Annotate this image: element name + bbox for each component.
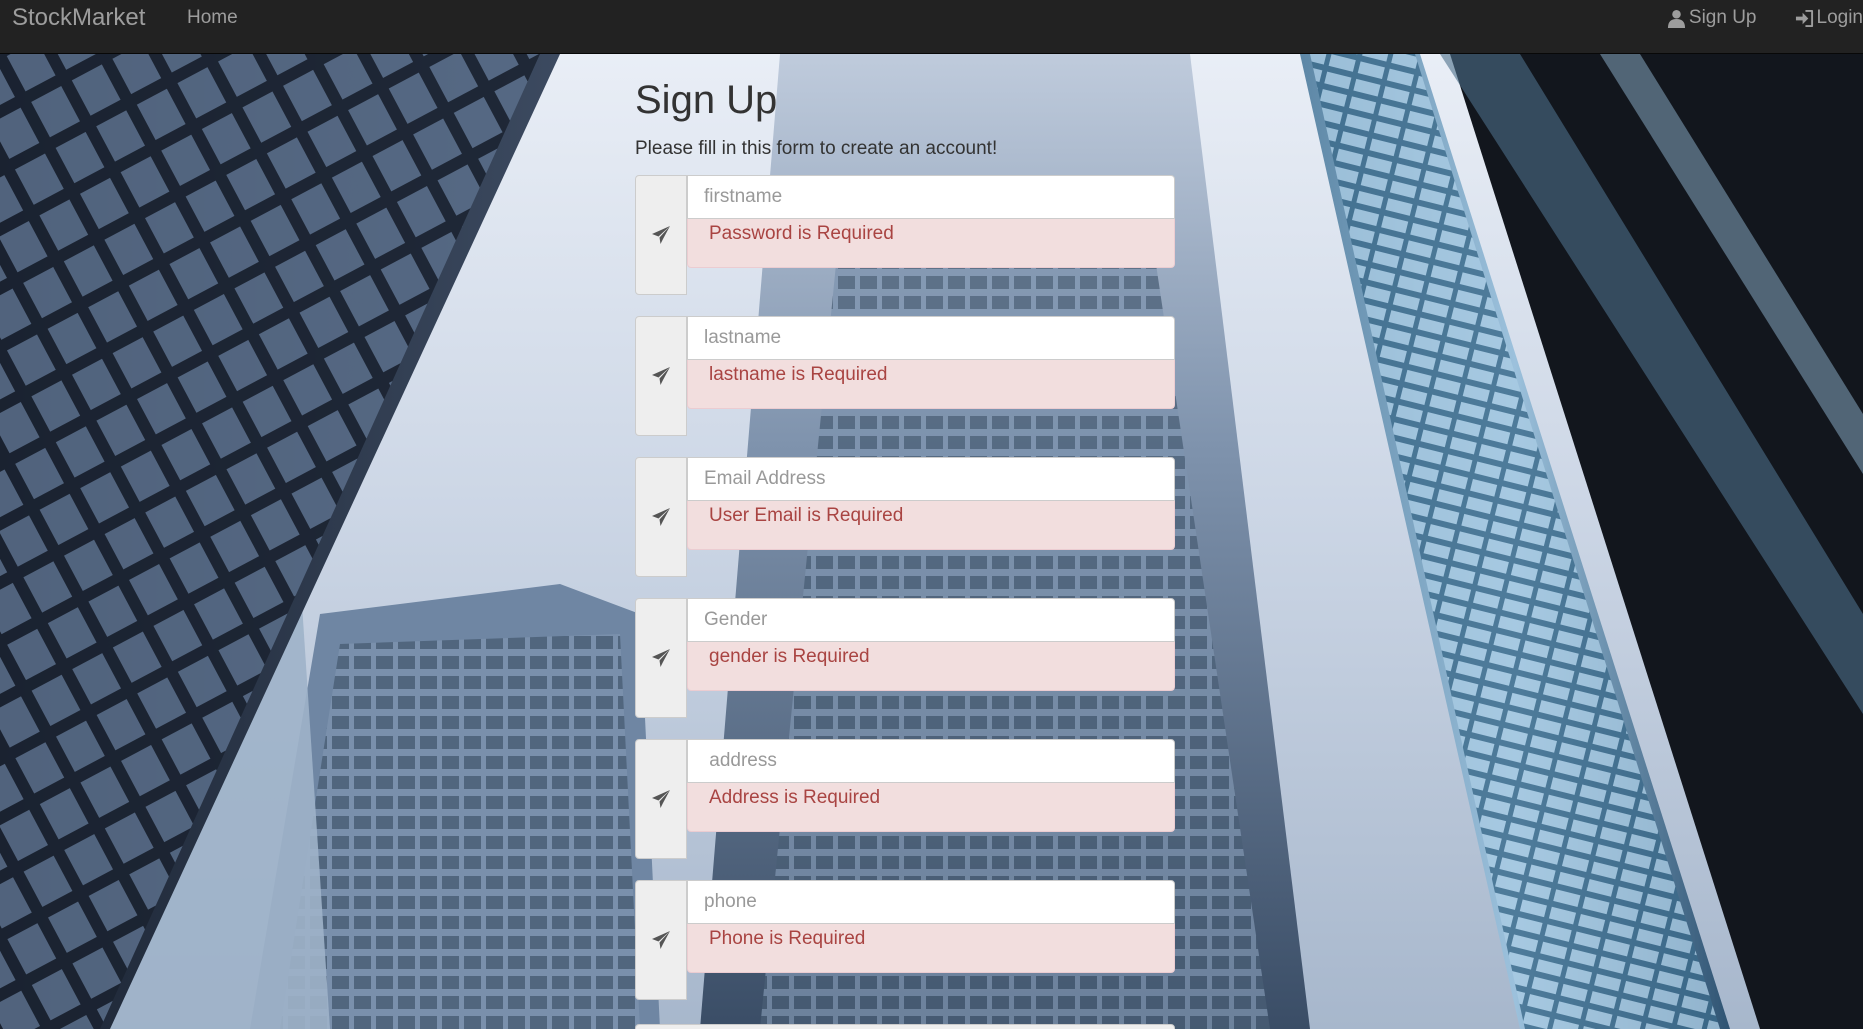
email-field-group: User Email is Required bbox=[635, 457, 1175, 578]
nav-signup-label: Sign Up bbox=[1688, 7, 1757, 28]
phone-field-group: Phone is Required bbox=[635, 880, 1175, 1001]
nav-login-label: Login bbox=[1816, 7, 1863, 28]
brand-link[interactable]: StockMarket bbox=[12, 4, 145, 32]
input-addon bbox=[635, 880, 687, 1000]
paper-plane-icon bbox=[652, 649, 670, 667]
log-in-icon bbox=[1795, 9, 1813, 27]
user-icon bbox=[1667, 9, 1685, 28]
phone-input[interactable] bbox=[687, 880, 1175, 924]
input-addon bbox=[635, 457, 687, 577]
paper-plane-icon bbox=[652, 508, 670, 526]
address-input[interactable] bbox=[687, 739, 1175, 783]
phone-error-alert: Phone is Required bbox=[687, 924, 1175, 973]
input-addon bbox=[635, 316, 687, 436]
address-error-alert: Address is Required bbox=[687, 783, 1175, 832]
navbar: StockMarket Home Sign Up Login bbox=[0, 0, 1863, 54]
nav-right-group: Sign Up Login bbox=[1667, 6, 1863, 30]
page-subtitle: Please fill in this form to create an ac… bbox=[635, 138, 998, 159]
paper-plane-icon bbox=[652, 931, 670, 949]
gender-input[interactable] bbox=[687, 598, 1175, 642]
lastname-field-group: lastname is Required bbox=[635, 316, 1175, 437]
gender-error-alert: gender is Required bbox=[687, 642, 1175, 691]
nav-signup-link[interactable]: Sign Up bbox=[1667, 6, 1757, 30]
nav-login-link[interactable]: Login bbox=[1795, 6, 1863, 30]
nav-home-link[interactable]: Home bbox=[187, 6, 238, 30]
paper-plane-icon bbox=[652, 367, 670, 385]
page-title: Sign Up bbox=[635, 78, 778, 122]
firstname-field-group: Password is Required bbox=[635, 175, 1175, 296]
signup-form: Sign Up Please fill in this form to crea… bbox=[635, 54, 1175, 1001]
input-addon bbox=[635, 598, 687, 718]
paper-plane-icon bbox=[652, 790, 670, 808]
lastname-input[interactable] bbox=[687, 316, 1175, 360]
email-error-alert: User Email is Required bbox=[687, 501, 1175, 550]
input-addon bbox=[635, 175, 687, 295]
next-field-partial bbox=[635, 1024, 1175, 1029]
firstname-error-alert: Password is Required bbox=[687, 219, 1175, 268]
firstname-input[interactable] bbox=[687, 175, 1175, 219]
address-field-group: Address is Required bbox=[635, 739, 1175, 860]
email-input[interactable] bbox=[687, 457, 1175, 501]
paper-plane-icon bbox=[652, 226, 670, 244]
gender-field-group: gender is Required bbox=[635, 598, 1175, 719]
lastname-error-alert: lastname is Required bbox=[687, 360, 1175, 409]
input-addon bbox=[635, 739, 687, 859]
